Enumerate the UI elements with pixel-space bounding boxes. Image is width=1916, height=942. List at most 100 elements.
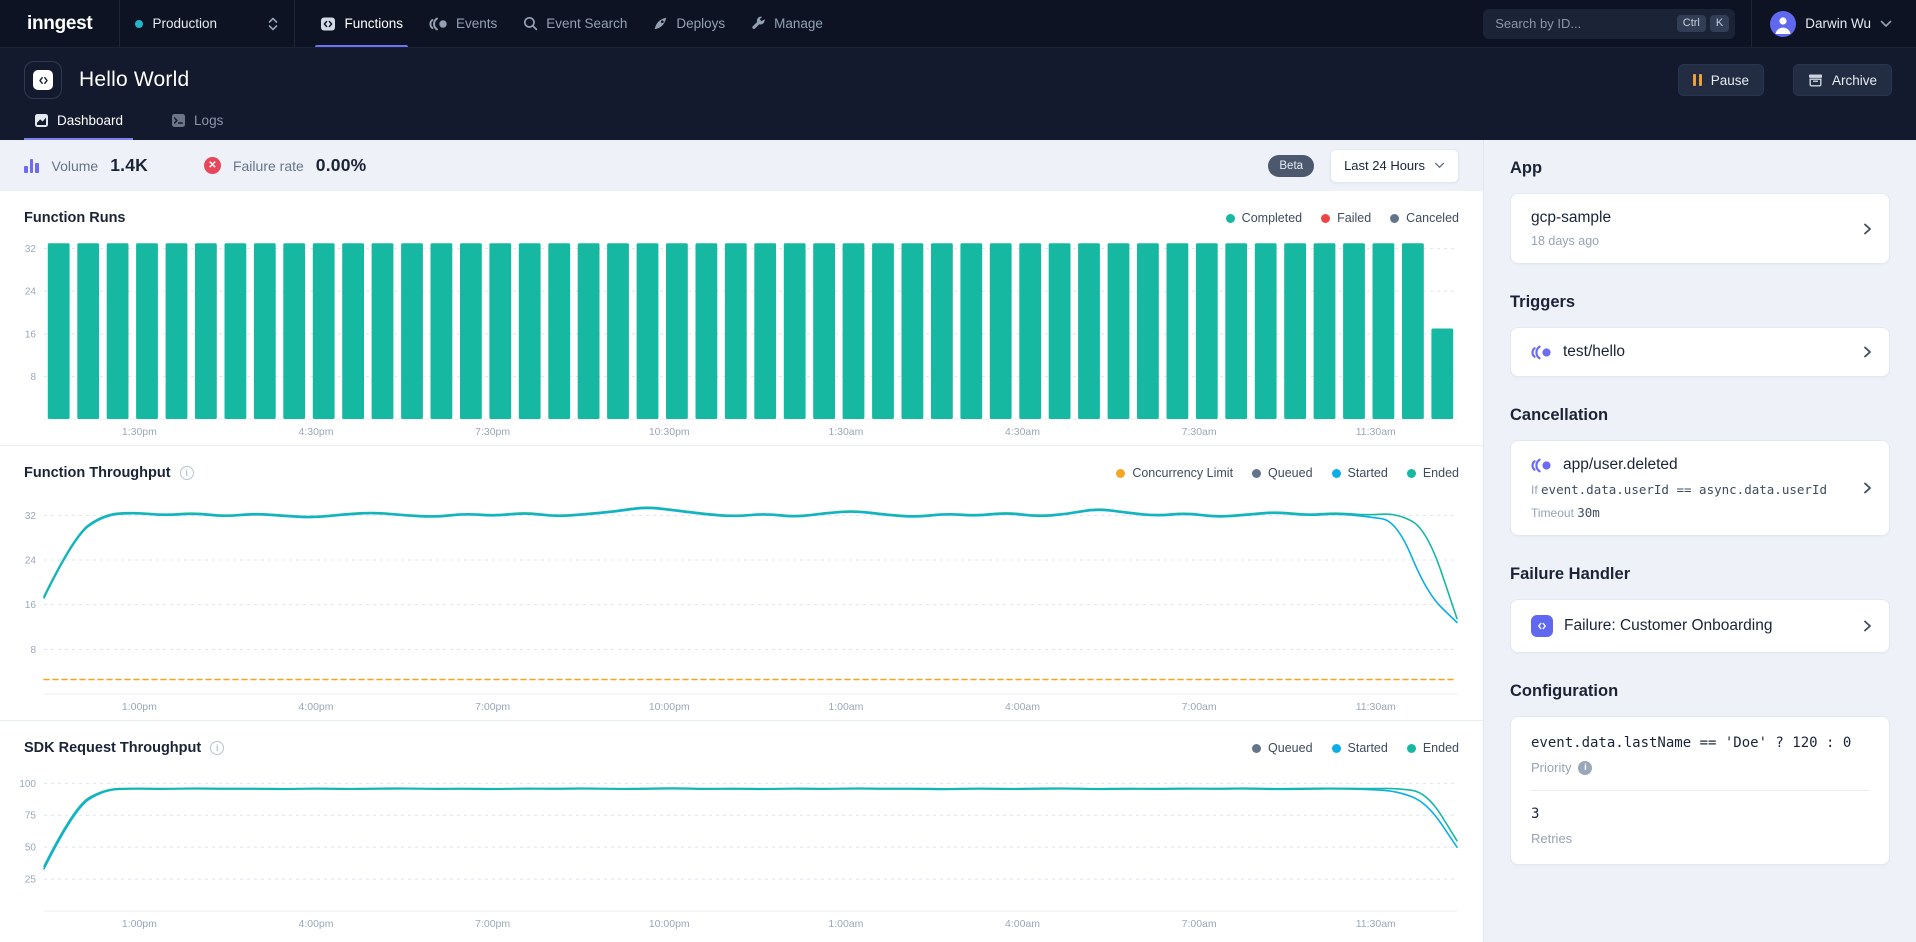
app-heading: App [1510,159,1890,178]
legend-item: Started [1332,466,1388,480]
info-icon[interactable]: i [180,466,194,480]
svg-text:1:00am: 1:00am [828,701,863,713]
cancellation-timeout-row: Timeout 30m [1531,505,1845,520]
chevron-right-icon [1860,481,1874,495]
page-title: Hello World [79,68,189,92]
chart-legend: QueuedStartedEnded [1252,741,1459,755]
volume-label: Volume [52,158,99,174]
svg-text:4:30am: 4:30am [1005,426,1040,438]
pause-icon [1693,74,1702,86]
app-section: App gcp-sample 18 days ago [1510,159,1890,264]
tab-logs[interactable]: Logs [161,111,233,140]
legend-item: Queued [1252,741,1312,755]
global-search[interactable]: Ctrl K [1483,9,1735,39]
svg-text:1:00pm: 1:00pm [122,918,157,930]
svg-text:4:00pm: 4:00pm [298,918,333,930]
environment-selector[interactable]: Production [120,0,294,47]
stats-bar: Volume 1.4K ✕ Failure rate 0.00% Beta La… [0,140,1483,191]
svg-text:7:30pm: 7:30pm [475,426,510,438]
trigger-card[interactable]: test/hello [1510,327,1890,377]
kbd-k: K [1710,15,1729,32]
app-meta: 18 days ago [1531,234,1845,248]
retries-value: 3 [1531,806,1869,822]
cancellation-card[interactable]: app/user.deleted If event.data.userId ==… [1510,440,1890,536]
nav-item-deploys[interactable]: Deploys [640,0,738,47]
function-throughput-chart[interactable]: 32241681:00pm4:00pm7:00pm10:00pm1:00am4:… [0,483,1483,720]
user-menu[interactable]: Darwin Wu [1752,0,1916,47]
event-icon [1531,345,1552,360]
triggers-heading: Triggers [1510,293,1890,312]
search-input[interactable] [1495,16,1673,31]
tab-dashboard[interactable]: Dashboard [24,111,133,140]
triggers-section: Triggers test/hello [1510,293,1890,377]
info-icon[interactable]: i [1578,761,1592,775]
legend-item: Completed [1226,211,1302,225]
code-glyph-icon [37,74,50,87]
chevron-right-icon [1860,345,1874,359]
failure-rate-value: 0.00% [316,155,367,176]
failure-handler-card[interactable]: Failure: Customer Onboarding [1510,599,1890,653]
svg-text:1:30pm: 1:30pm [122,426,157,438]
nav-item-events[interactable]: Events [416,0,510,47]
person-icon [1770,11,1796,37]
cancellation-timeout-value: 30m [1577,505,1600,520]
priority-expression: event.data.lastName == 'Doe' ? 120 : 0 [1531,735,1869,751]
trigger-name: test/hello [1563,343,1625,361]
legend-item: Started [1332,741,1388,755]
function-tabs: Dashboard Logs [24,111,1892,140]
legend-item: Ended [1407,466,1459,480]
nav-item-functions[interactable]: Functions [307,0,416,47]
svg-text:32: 32 [25,511,37,522]
volume-stat: Volume 1.4K [24,155,148,176]
svg-text:100: 100 [19,779,36,790]
function-runs-section: Function Runs CompletedFailedCanceled 32… [0,191,1483,445]
failure-rate-stat: ✕ Failure rate 0.00% [204,155,366,176]
failure-rate-label: Failure rate [233,158,304,174]
chevron-down-icon [1434,162,1445,169]
chevron-right-icon [1860,222,1874,236]
environment-status-dot [135,20,143,28]
svg-text:24: 24 [25,287,37,298]
beta-badge: Beta [1268,155,1314,177]
nav-items: Functions Events Event Search Deploys Ma… [307,0,835,47]
spacer [836,0,1483,47]
svg-text:4:00am: 4:00am [1005,918,1040,930]
divider [294,0,295,47]
legend-item: Queued [1252,466,1312,480]
nav-item-manage[interactable]: Manage [738,0,836,47]
rocket-icon [653,16,668,31]
inngest-logo: inngest [0,0,119,47]
cancellation-if-expression: event.data.userId == async.data.userId [1541,482,1827,497]
kbd-ctrl: Ctrl [1677,15,1706,32]
cancellation-heading: Cancellation [1510,406,1890,425]
failure-handler-section: Failure Handler Failure: Customer Onboar… [1510,565,1890,653]
event-stream-icon [429,17,448,31]
function-icon [24,61,62,99]
nav-item-event-search[interactable]: Event Search [510,0,640,47]
app-card[interactable]: gcp-sample 18 days ago [1510,193,1890,264]
function-header: Hello World Pause Archive Dashboard Logs [0,48,1916,140]
cancellation-section: Cancellation app/user.deleted If event.d… [1510,406,1890,536]
configuration-card: event.data.lastName == 'Doe' ? 120 : 0 P… [1510,716,1890,865]
svg-text:1:30am: 1:30am [828,426,863,438]
configuration-section: Configuration event.data.lastName == 'Do… [1510,682,1890,865]
cancellation-event-name: app/user.deleted [1563,456,1678,474]
archive-button[interactable]: Archive [1793,64,1892,96]
sdk-request-throughput-chart[interactable]: 1007550251:00pm4:00pm7:00pm10:00pm1:00am… [0,758,1483,942]
user-name: Darwin Wu [1805,16,1871,31]
app-name: gcp-sample [1531,209,1845,227]
svg-text:8: 8 [30,372,36,383]
function-runs-chart[interactable]: 32241681:30pm4:30pm7:30pm10:30pm1:30am4:… [0,228,1483,445]
chart-legend: CompletedFailedCanceled [1226,211,1459,225]
function-throughput-section: Function Throughput i Concurrency LimitQ… [0,445,1483,720]
sdk-request-throughput-section: SDK Request Throughput i QueuedStartedEn… [0,720,1483,942]
pause-button[interactable]: Pause [1678,64,1764,96]
function-badge-icon [1531,615,1553,637]
chevron-updown-icon [267,16,279,32]
time-range-selector[interactable]: Last 24 Hours [1330,149,1459,183]
wrench-icon [751,16,766,31]
retries-label: Retries [1531,831,1869,846]
svg-text:16: 16 [25,329,37,340]
svg-text:16: 16 [25,600,37,611]
info-icon[interactable]: i [210,741,224,755]
